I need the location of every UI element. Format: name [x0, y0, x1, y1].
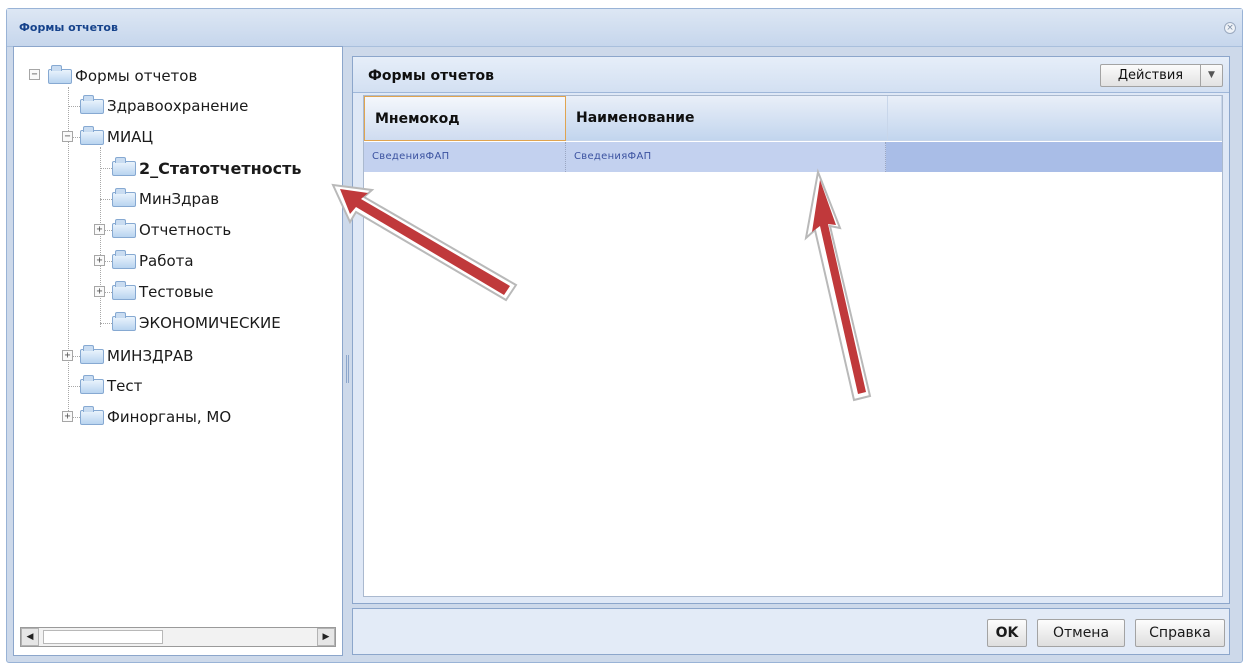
folder-icon [80, 344, 104, 364]
report-forms-grid-panel: Формы отчетов Действия ▼ Мнемокод Наимен… [352, 56, 1230, 604]
tree-node-label: МИАЦ [107, 128, 154, 146]
close-icon[interactable]: × [1224, 22, 1236, 34]
panel-splitter[interactable] [346, 355, 349, 383]
folder-icon [112, 249, 136, 269]
grid-toolbar: Формы отчетов Действия ▼ [353, 57, 1229, 93]
tree-node-label: ЭКОНОМИЧЕСКИЕ [139, 314, 281, 332]
folder-icon [112, 218, 136, 238]
tree-node-statotchetnost[interactable]: 2_Статотчетность [112, 156, 302, 179]
folder-icon [112, 311, 136, 331]
help-button[interactable]: Справка [1135, 619, 1225, 647]
tree-node-minzdrav-caps[interactable]: МИНЗДРАВ [80, 344, 194, 367]
expand-toggle-rabota[interactable]: + [94, 255, 105, 266]
folder-icon [80, 94, 104, 114]
cell-mnemocode[interactable]: СведенияФАП [364, 142, 566, 172]
tree-node-label: МинЗдрав [139, 190, 220, 208]
cell-name[interactable]: СведенияФАП [566, 142, 886, 172]
expand-toggle-minzdrav-caps[interactable]: + [62, 350, 73, 361]
tree-node-label: Здравоохранение [107, 97, 249, 115]
tree-node-testovye[interactable]: Тестовые [112, 280, 214, 303]
collapse-toggle-root[interactable]: − [29, 69, 40, 80]
folder-icon [80, 374, 104, 394]
actions-button[interactable]: Действия ▼ [1100, 64, 1223, 87]
tree-node-label: 2_Статотчетность [139, 158, 302, 178]
tree-node-label: Формы отчетов [75, 67, 198, 85]
folder-icon [80, 125, 104, 145]
tree-node-otchetnost[interactable]: Отчетность [112, 218, 232, 241]
dialog-button-bar: OK Отмена Справка [352, 608, 1230, 655]
column-header-filler [888, 96, 1222, 141]
folder-icon [112, 280, 136, 300]
expand-toggle-testovye[interactable]: + [94, 286, 105, 297]
grid-title: Формы отчетов [368, 68, 494, 84]
tree-horizontal-scrollbar[interactable]: ◀ ▶ [20, 627, 336, 647]
cancel-button[interactable]: Отмена [1037, 619, 1125, 647]
tree-node-rabota[interactable]: Работа [112, 249, 194, 272]
folder-icon [80, 405, 104, 425]
tree-node-test[interactable]: Тест [80, 374, 143, 397]
tree-node-label: Работа [139, 252, 194, 270]
column-header-name[interactable]: Наименование [566, 96, 888, 141]
tree-node-label: Тестовые [139, 283, 214, 301]
scroll-right-icon[interactable]: ▶ [317, 628, 335, 646]
tree-node-label: Тест [107, 377, 143, 395]
tree-node-root[interactable]: Формы отчетов [48, 64, 198, 87]
table-row[interactable]: СведенияФАП СведенияФАП [364, 142, 1222, 172]
folder-icon [112, 187, 136, 207]
expand-toggle-finorgany[interactable]: + [62, 411, 73, 422]
tree-node-label: Отчетность [139, 221, 232, 239]
dialog-titlebar: Формы отчетов × [7, 9, 1242, 47]
scroll-thumb[interactable] [43, 630, 163, 644]
actions-button-label: Действия [1117, 68, 1184, 83]
tree-node-label: МИНЗДРАВ [107, 347, 194, 365]
tree-node-finorgany[interactable]: Финорганы, МО [80, 405, 232, 428]
ok-button[interactable]: OK [987, 619, 1027, 647]
dialog-title: Формы отчетов [19, 21, 118, 34]
row-selection-highlight [886, 142, 1222, 172]
scroll-left-icon[interactable]: ◀ [21, 628, 39, 646]
tree-node-label: Финорганы, МО [107, 408, 232, 426]
tree-view: − − + + + + + Формы отчетов Здравоохране… [14, 47, 342, 614]
tree-node-zdravoohranenie[interactable]: Здравоохранение [80, 94, 249, 117]
column-header-mnemocode[interactable]: Мнемокод [364, 96, 566, 141]
chevron-down-icon[interactable]: ▼ [1200, 65, 1222, 86]
tree-panel: − − + + + + + Формы отчетов Здравоохране… [13, 46, 343, 656]
tree-node-ekonomicheskie[interactable]: ЭКОНОМИЧЕСКИЕ [112, 311, 281, 334]
tree-node-miac[interactable]: МИАЦ [80, 125, 154, 148]
folder-icon [112, 156, 136, 176]
collapse-toggle-miac[interactable]: − [62, 131, 73, 142]
folder-icon [48, 64, 72, 84]
tree-node-minzdrav[interactable]: МинЗдрав [112, 187, 220, 210]
report-forms-table: Мнемокод Наименование СведенияФАП Сведен… [363, 95, 1223, 597]
expand-toggle-otchetnost[interactable]: + [94, 224, 105, 235]
